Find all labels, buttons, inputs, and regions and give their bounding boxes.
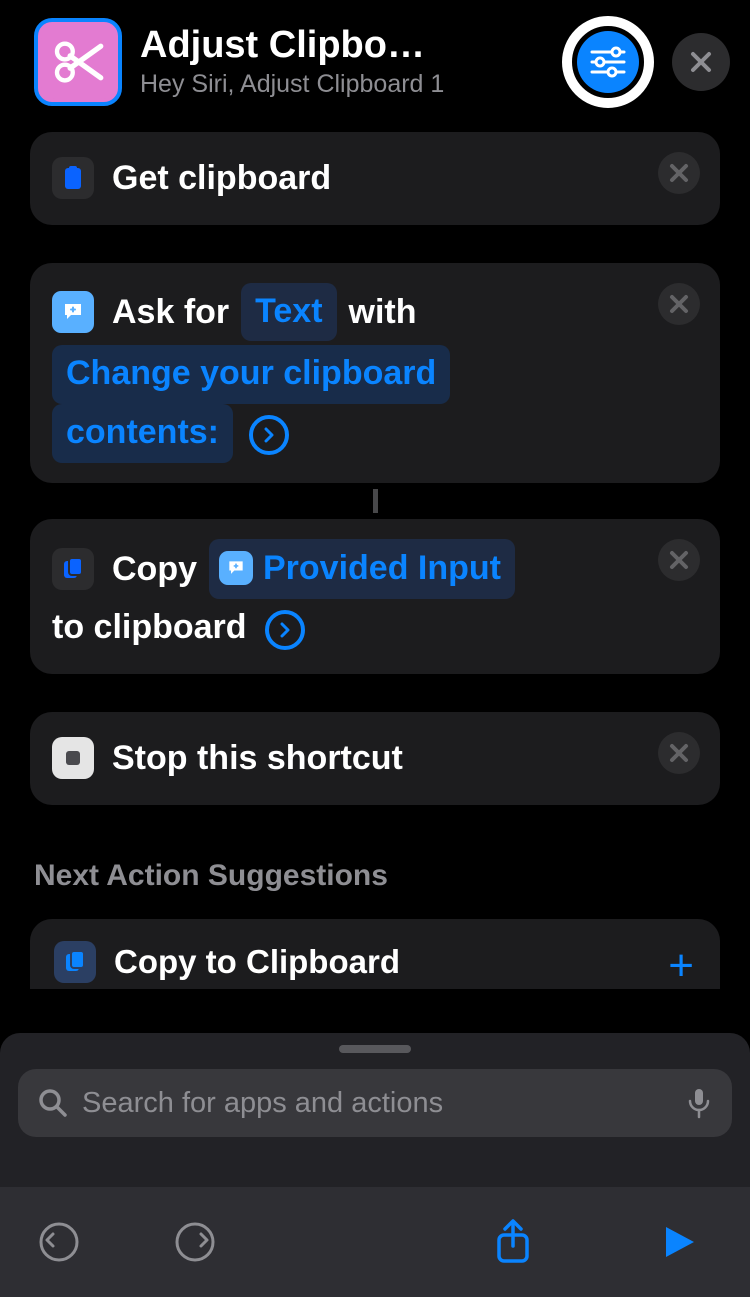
action-label-mid: with <box>349 286 417 339</box>
scissors-icon <box>41 25 115 99</box>
settings-highlight-ring <box>562 16 654 108</box>
share-icon <box>493 1219 533 1265</box>
remove-action-button[interactable] <box>658 539 700 581</box>
expand-options-button[interactable] <box>265 610 305 650</box>
drag-handle[interactable] <box>339 1045 411 1053</box>
action-get-clipboard[interactable]: Get clipboard <box>30 132 720 225</box>
settings-button[interactable] <box>577 31 639 93</box>
siri-phrase: Hey Siri, Adjust Clipboard 1 <box>140 70 544 99</box>
action-stop-shortcut[interactable]: Stop this shortcut <box>30 712 720 805</box>
shortcut-title[interactable]: Adjust Clipbo… <box>140 25 520 67</box>
shortcut-app-icon[interactable] <box>34 18 122 106</box>
action-search-panel[interactable] <box>0 1033 750 1297</box>
ask-prompt-token[interactable]: Change your clipboard <box>52 345 450 404</box>
action-ask-for-input[interactable]: Ask for Text with Change your clipboard … <box>30 263 720 483</box>
expand-options-button[interactable] <box>249 415 289 455</box>
copy-icon <box>52 548 94 590</box>
remove-action-button[interactable] <box>658 283 700 325</box>
close-icon <box>667 741 691 765</box>
action-label-prefix: Copy <box>112 543 197 596</box>
ask-prompt-token-cont[interactable]: contents: <box>52 404 233 463</box>
copy-icon <box>54 941 96 983</box>
ask-icon <box>219 551 253 585</box>
action-label: Stop this shortcut <box>112 732 403 785</box>
clipboard-icon <box>52 157 94 199</box>
search-input[interactable] <box>82 1087 672 1120</box>
share-button[interactable] <box>490 1219 536 1265</box>
dictation-icon[interactable] <box>686 1087 712 1119</box>
stop-icon <box>52 737 94 779</box>
ask-type-token[interactable]: Text <box>241 283 336 342</box>
action-label-prefix: Ask for <box>112 286 229 339</box>
suggestion-label: Copy to Clipboard <box>114 943 400 981</box>
sliders-icon <box>590 44 626 80</box>
close-icon <box>667 292 691 316</box>
flow-connector <box>373 489 378 513</box>
ask-icon <box>52 291 94 333</box>
action-label-suffix: to clipboard <box>52 601 247 654</box>
close-button[interactable] <box>672 33 730 91</box>
run-button[interactable] <box>656 1219 702 1265</box>
bottom-toolbar <box>0 1187 750 1297</box>
remove-action-button[interactable] <box>658 152 700 194</box>
close-icon <box>667 161 691 185</box>
undo-button[interactable] <box>36 1219 82 1265</box>
search-icon <box>38 1088 68 1118</box>
action-copy-to-clipboard[interactable]: Copy Provided Input to clipboard <box>30 519 720 674</box>
copy-input-token[interactable]: Provided Input <box>209 539 515 600</box>
add-suggestion-button[interactable]: + <box>668 941 694 991</box>
title-block: Adjust Clipbo… Hey Siri, Adjust Clipboar… <box>140 25 544 100</box>
close-icon <box>667 548 691 572</box>
suggestion-item[interactable]: Copy to Clipboard + <box>30 919 720 989</box>
suggestions-heading: Next Action Suggestions <box>34 859 720 893</box>
close-icon <box>689 50 713 74</box>
redo-icon <box>174 1221 216 1263</box>
search-field[interactable] <box>18 1069 732 1137</box>
actions-list: Get clipboard Ask for Text with <box>0 124 750 989</box>
redo-button[interactable] <box>172 1219 218 1265</box>
play-icon <box>660 1223 698 1261</box>
remove-action-button[interactable] <box>658 732 700 774</box>
action-label: Get clipboard <box>112 152 331 205</box>
header-bar: Adjust Clipbo… Hey Siri, Adjust Clipboar… <box>0 0 750 124</box>
undo-icon <box>38 1221 80 1263</box>
